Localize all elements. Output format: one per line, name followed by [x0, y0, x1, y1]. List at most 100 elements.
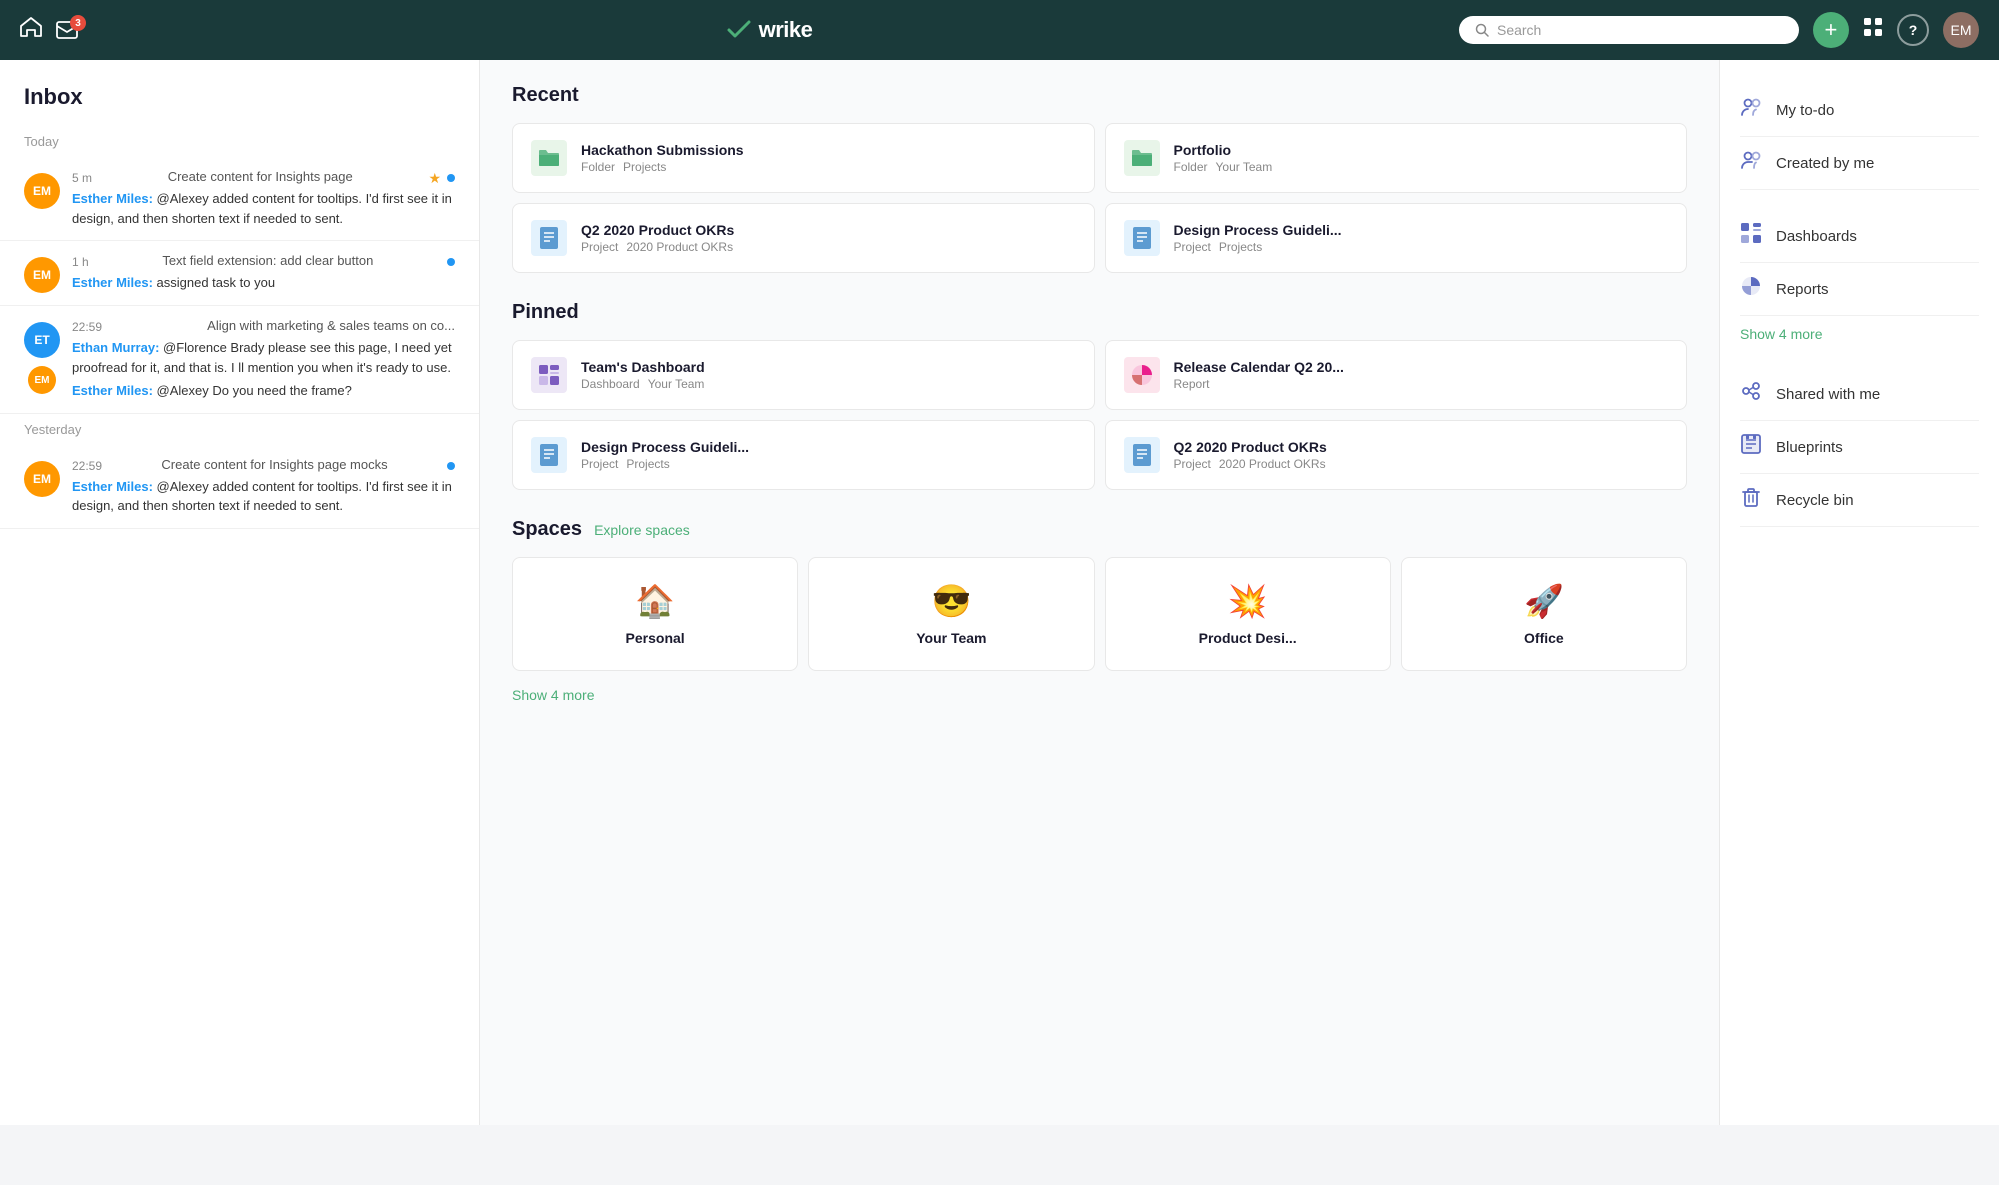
- unread-dot: [447, 258, 455, 266]
- project-icon: [531, 437, 567, 473]
- recent-title: Recent: [512, 84, 1687, 107]
- item-meta2: Projects: [1219, 240, 1262, 254]
- explore-spaces-link[interactable]: Explore spaces: [594, 522, 690, 538]
- inbox-time: 1 h: [72, 255, 89, 269]
- inbox-badge: 3: [70, 15, 86, 31]
- recent-grid: Hackathon Submissions FolderProjects Por…: [512, 123, 1687, 273]
- show-more-spaces[interactable]: Show 4 more: [512, 687, 594, 703]
- reports-icon: [1740, 275, 1762, 303]
- recent-item[interactable]: Hackathon Submissions FolderProjects: [512, 123, 1095, 193]
- avatar: ET: [24, 322, 60, 358]
- space-name: Personal: [626, 630, 685, 646]
- center-panel: Recent Hackathon Submissions FolderProje…: [480, 60, 1719, 1125]
- item-meta1: Project: [581, 457, 618, 471]
- inbox-title: Inbox: [0, 84, 479, 126]
- show-more-right[interactable]: Show 4 more: [1740, 316, 1979, 352]
- created-by-me-item[interactable]: Created by me: [1740, 137, 1979, 190]
- home-icon[interactable]: [20, 17, 42, 43]
- inbox-item[interactable]: EM 1 h Text field extension: add clear b…: [0, 241, 479, 306]
- spaces-title: Spaces: [512, 518, 582, 541]
- logo[interactable]: wrike: [725, 17, 813, 43]
- avatar[interactable]: EM: [1943, 12, 1979, 48]
- item-meta2: 2020 Product OKRs: [1219, 457, 1326, 471]
- unread-dot: [447, 174, 455, 182]
- item-meta1: Dashboard: [581, 377, 640, 391]
- spaces-grid: 🏠 Personal 😎 Your Team 💥 Product Desi...…: [512, 557, 1687, 671]
- space-emoji: 😎: [931, 582, 971, 620]
- inbox-item[interactable]: ET EM 22:59 Align with marketing & sales…: [0, 306, 479, 414]
- blueprints-item[interactable]: Blueprints: [1740, 421, 1979, 474]
- created-by-me-label: Created by me: [1776, 155, 1874, 172]
- space-name: Your Team: [916, 630, 986, 646]
- inbox-time: 5 m: [72, 171, 92, 185]
- item-title: Design Process Guideli...: [581, 439, 749, 455]
- avatar: EM: [24, 173, 60, 209]
- avatar: EM: [24, 461, 60, 497]
- space-emoji: 🏠: [635, 582, 675, 620]
- grid-icon[interactable]: [1863, 17, 1883, 43]
- space-item[interactable]: 🏠 Personal: [512, 557, 798, 671]
- space-item[interactable]: 💥 Product Desi...: [1105, 557, 1391, 671]
- inbox-button[interactable]: 3: [56, 21, 78, 39]
- item-meta1: Project: [1174, 240, 1211, 254]
- item-title: Release Calendar Q2 20...: [1174, 359, 1344, 375]
- folder-icon: [1124, 140, 1160, 176]
- inbox-subject: Text field extension: add clear button: [162, 253, 373, 268]
- recent-item[interactable]: Q2 2020 Product OKRs Project 2020 Product…: [512, 203, 1095, 273]
- pinned-item[interactable]: Team's Dashboard DashboardYour Team: [512, 340, 1095, 410]
- item-meta1: Project: [581, 240, 618, 254]
- project-icon: [531, 220, 567, 256]
- report-icon: [1124, 357, 1160, 393]
- created-by-me-icon: [1740, 149, 1762, 177]
- pinned-item[interactable]: Release Calendar Q2 20... Report: [1105, 340, 1688, 410]
- item-title: Portfolio: [1174, 142, 1281, 158]
- dashboard-icon: [531, 357, 567, 393]
- reports-item[interactable]: Reports: [1740, 263, 1979, 316]
- blueprints-label: Blueprints: [1776, 439, 1843, 456]
- inbox-message-extra: Esther Miles: @Alexey Do you need the fr…: [72, 381, 455, 401]
- item-meta2: 2020 Product OKRs: [626, 240, 733, 254]
- shared-with-me-label: Shared with me: [1776, 386, 1880, 403]
- item-meta2: Your Team: [1216, 160, 1273, 174]
- dashboards-icon: [1740, 222, 1762, 250]
- date-label-today: Today: [0, 126, 479, 157]
- reports-label: Reports: [1776, 281, 1829, 298]
- blueprints-icon: [1740, 433, 1762, 461]
- inbox-message: Esther Miles: @Alexey added content for …: [72, 189, 455, 228]
- help-button[interactable]: ?: [1897, 14, 1929, 46]
- recycle-bin-item[interactable]: Recycle bin: [1740, 474, 1979, 527]
- right-panel: My to-do Created by me: [1719, 60, 1999, 1125]
- my-todo-item[interactable]: My to-do: [1740, 84, 1979, 137]
- item-meta1: Folder: [581, 160, 615, 174]
- item-title: Hackathon Submissions: [581, 142, 744, 158]
- space-item[interactable]: 🚀 Office: [1401, 557, 1687, 671]
- item-meta1: Folder: [1174, 160, 1208, 174]
- inbox-time: 22:59: [72, 459, 102, 473]
- avatar: EM: [28, 366, 56, 394]
- space-emoji: 🚀: [1524, 582, 1564, 620]
- recycle-bin-label: Recycle bin: [1776, 492, 1854, 509]
- recent-item[interactable]: Portfolio Folder Your Team: [1105, 123, 1688, 193]
- item-meta2: Projects: [626, 457, 669, 471]
- space-item[interactable]: 😎 Your Team: [808, 557, 1094, 671]
- pinned-title: Pinned: [512, 301, 1687, 324]
- dashboards-item[interactable]: Dashboards: [1740, 210, 1979, 263]
- search-bar[interactable]: Search: [1459, 16, 1799, 44]
- add-button[interactable]: +: [1813, 12, 1849, 48]
- date-label-yesterday: Yesterday: [0, 414, 479, 445]
- main-layout: Inbox Today EM 5 m Create content for In…: [0, 60, 1999, 1125]
- inbox-time: 22:59: [72, 320, 102, 334]
- space-name: Product Desi...: [1199, 630, 1297, 646]
- topnav-center: wrike: [725, 17, 813, 43]
- inbox-item[interactable]: EM 5 m Create content for Insights page …: [0, 157, 479, 241]
- item-title: Team's Dashboard: [581, 359, 712, 375]
- pinned-item[interactable]: Q2 2020 Product OKRs Project2020 Product…: [1105, 420, 1688, 490]
- top-navigation: 3 wrike Search + ? EM: [0, 0, 1999, 60]
- recent-item[interactable]: Design Process Guideli... ProjectProject…: [1105, 203, 1688, 273]
- inbox-message: Esther Miles: assigned task to you: [72, 273, 455, 293]
- item-title: Q2 2020 Product OKRs: [581, 222, 741, 238]
- avatar: EM: [24, 257, 60, 293]
- shared-with-me-item[interactable]: Shared with me: [1740, 368, 1979, 421]
- inbox-item[interactable]: EM 22:59 Create content for Insights pag…: [0, 445, 479, 529]
- pinned-item[interactable]: Design Process Guideli... Project Project…: [512, 420, 1095, 490]
